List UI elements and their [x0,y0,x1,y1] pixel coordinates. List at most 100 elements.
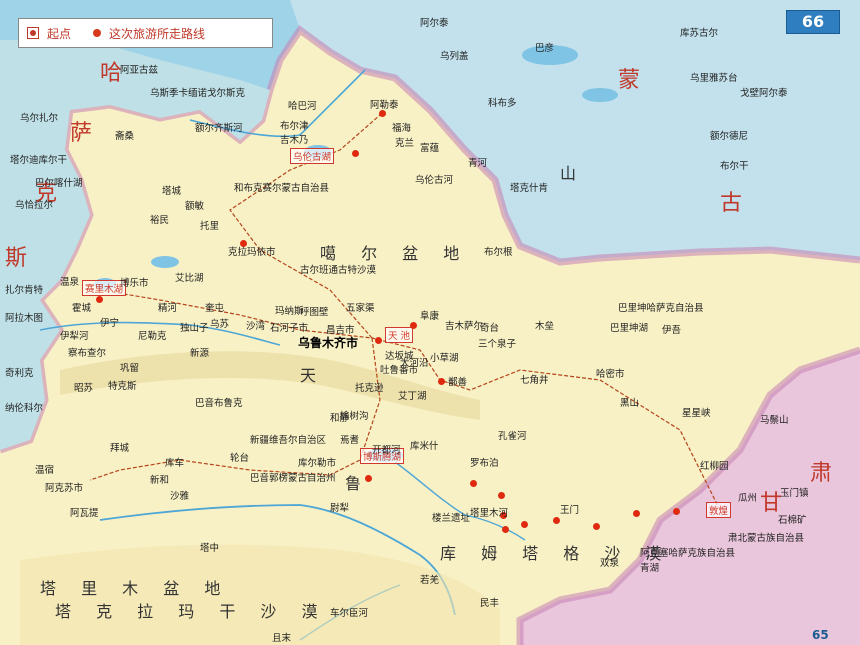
city-erdene: 额尔德尼 [710,131,749,142]
city-yiwu: 伊吾 [662,325,682,336]
city-wensu: 温宿 [35,465,55,476]
city-qinghe: 青河 [468,158,488,169]
city-bayanbulak: 巴音布鲁克 [195,398,243,409]
label-gansu-2: 肃 [810,461,833,486]
label-kaz-4: 斯 [5,246,28,271]
city-urzhar: 乌尔扎尔 [20,113,59,124]
city-taldykorgan: 塔尔迪库尔干 [10,155,68,166]
city-ulungur-river: 乌伦古河 [415,175,454,186]
city-manas: 玛纳斯 [275,306,304,317]
city-aydingkol: 艾丁湖 [398,391,427,402]
city-fuyun: 富蕴 [420,143,440,154]
city-ruoqiang: 若羌 [420,575,440,586]
route-dot [375,337,382,344]
city-shawan: 沙湾 [246,321,266,332]
city-ebinur: 艾比湖 [175,273,204,284]
city-xinjiang-region: 新疆维吾尔自治区 [250,435,327,446]
city-qiemo: 且末 [272,633,292,644]
city-hongliuyuan: 红柳园 [700,461,729,472]
city-bulgan: 布尔干 [720,161,749,172]
city-akesai: 阿克塞哈萨克族自治县 [640,548,736,559]
city-uliastai: 乌里雅苏台 [690,73,738,84]
city-shaya: 沙雅 [170,491,190,502]
city-yumen: 玉门镇 [780,488,809,499]
city-takeshiken: 塔克什肯 [510,183,549,194]
city-yili-river: 伊犁河 [60,331,89,342]
boxed-ulungur: 乌伦古湖 [290,148,335,164]
city-korla: 库尔勒市 [298,458,337,469]
city-hutubi: 呼图壁 [300,307,329,318]
city-jinghe: 精河 [158,303,178,314]
city-shanshan: 鄯善 [448,377,468,388]
city-huocheng: 霍城 [72,303,92,314]
region-kumtag: 库 姆 塔 格 沙 漠 [440,544,672,563]
route-dot [593,523,600,530]
route-dot [410,322,417,329]
city-emin: 额敏 [185,201,205,212]
city-altay: 阿勒泰 [370,100,399,111]
region-turpan: 鲁 [345,474,372,493]
city-xiaocaohu: 小草湖 [430,353,459,364]
page-number-bottom: 65 [812,628,829,642]
city-fukang: 阜康 [420,311,440,322]
city-wujiaqu: 五家渠 [346,303,375,314]
route-dot [553,517,560,524]
lake-ebinur [151,256,179,268]
route-dot [470,480,477,487]
city-bole: 博乐市 [120,278,149,289]
city-almaty: 阿拉木图 [5,313,44,324]
city-gobi: 戈壁阿尔泰 [740,88,788,99]
city-qijiaojing: 七角井 [520,375,549,386]
city-changji: 昌吉市 [326,325,355,336]
route-dot [379,110,386,117]
label-kaz-1: 哈 [100,61,123,86]
city-sanjiang: 三个泉子 [478,339,517,350]
city-hoboksar: 和布克赛尔蒙古自治县 [234,183,330,194]
city-nilka: 尼勒克 [138,331,167,342]
city-dushanzi: 独山子 [180,323,209,334]
city-kumux: 库米什 [410,441,439,452]
city-barkol-lake: 巴里坤湖 [610,323,649,334]
city-hami: 哈密市 [596,369,625,380]
city-aksu: 阿克苏市 [45,483,84,494]
city-qinghu: 青湖 [640,563,660,574]
city-shimian: 石棉矿 [778,515,807,526]
city-kaidu: 开都河 [372,445,401,456]
city-balkhash: 巴尔喀什湖 [35,178,83,189]
label-kaz-2: 萨 [70,121,93,146]
city-qitai: 奇台 [480,323,500,334]
city-yushugou: 榆树沟 [340,411,369,422]
city-kobdo: 科布多 [488,98,517,109]
label-mongolia-2: 古 [720,191,743,216]
city-ayagoz: 阿亚古兹 [120,65,159,76]
city-gucheng: 古尔班通古特沙漠 [300,265,377,276]
city-loulan: 楼兰遗址 [432,513,471,524]
city-kelan: 克兰 [395,138,415,149]
city-wangmen: 王门 [560,505,580,516]
city-luobubo: 罗布泊 [470,458,499,469]
city-toksun: 托克逊 [355,383,384,394]
route-dot [673,508,680,515]
city-altai: 阿尔泰 [420,18,449,29]
route-dot [502,526,509,533]
start-point-icon [27,27,39,39]
city-bulunkou: 布尔根 [484,247,513,258]
city-ulaangom: 乌列盖 [440,51,469,62]
city-zhaosu: 昭苏 [74,383,94,394]
city-awat: 阿瓦提 [70,508,99,519]
route-dot [498,492,505,499]
legend-start-label: 起点 [47,26,72,41]
city-habahe: 哈巴河 [288,101,317,112]
map-canvas: 起点 这次旅游所走路线 66 65 哈 萨 克 斯 蒙 古 甘 肃 噶 尔 盆 … [0,0,860,645]
city-shihezi: 石河子市 [270,323,309,334]
city-khovd: 库苏古尔 [680,28,719,39]
city-ucharal: 乌恰拉尔 [15,200,54,211]
city-kuitun: 奎屯 [205,303,225,314]
city-bayan: 巴彦 [535,43,555,54]
city-zharkent: 扎尔肯特 [5,285,44,296]
city-guazhou: 瓜州 [738,493,758,504]
city-yumin: 裕民 [150,215,170,226]
city-karamay: 克拉玛依市 [228,247,276,258]
city-kongque: 孔雀河 [498,431,527,442]
city-kuqa: 库车 [165,458,185,469]
